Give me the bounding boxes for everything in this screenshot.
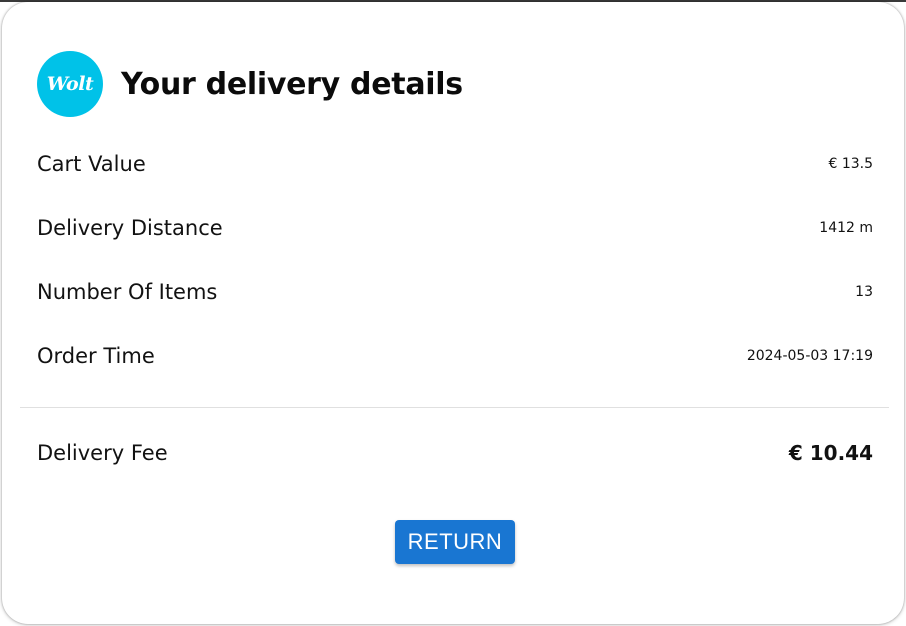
- detail-value: € 13.5: [828, 156, 873, 172]
- detail-label: Order Time: [37, 344, 155, 368]
- detail-row-delivery-distance: Delivery Distance 1412 m: [37, 208, 873, 248]
- page: Wolt Your delivery details Cart Value € …: [0, 0, 906, 626]
- delivery-details-card: Wolt Your delivery details Cart Value € …: [2, 2, 904, 624]
- detail-value: 13: [855, 284, 873, 300]
- return-button[interactable]: RETURN: [395, 520, 515, 564]
- card-header: Wolt Your delivery details: [37, 51, 463, 117]
- detail-row-number-of-items: Number Of Items 13: [37, 272, 873, 312]
- detail-value: 1412 m: [819, 220, 873, 236]
- delivery-fee-label: Delivery Fee: [37, 441, 168, 465]
- detail-label: Cart Value: [37, 152, 146, 176]
- detail-label: Number Of Items: [37, 280, 218, 304]
- detail-label: Delivery Distance: [37, 216, 223, 240]
- detail-row-order-time: Order Time 2024-05-03 17:19: [37, 336, 873, 376]
- wolt-logo: Wolt: [37, 51, 103, 117]
- detail-row-cart-value: Cart Value € 13.5: [37, 144, 873, 184]
- delivery-fee-value: € 10.44: [788, 441, 873, 465]
- detail-value: 2024-05-03 17:19: [746, 348, 873, 364]
- delivery-fee-row: Delivery Fee € 10.44: [37, 433, 873, 473]
- logo-wordmark: Wolt: [46, 73, 94, 95]
- page-title: Your delivery details: [121, 66, 463, 102]
- divider: [20, 407, 889, 408]
